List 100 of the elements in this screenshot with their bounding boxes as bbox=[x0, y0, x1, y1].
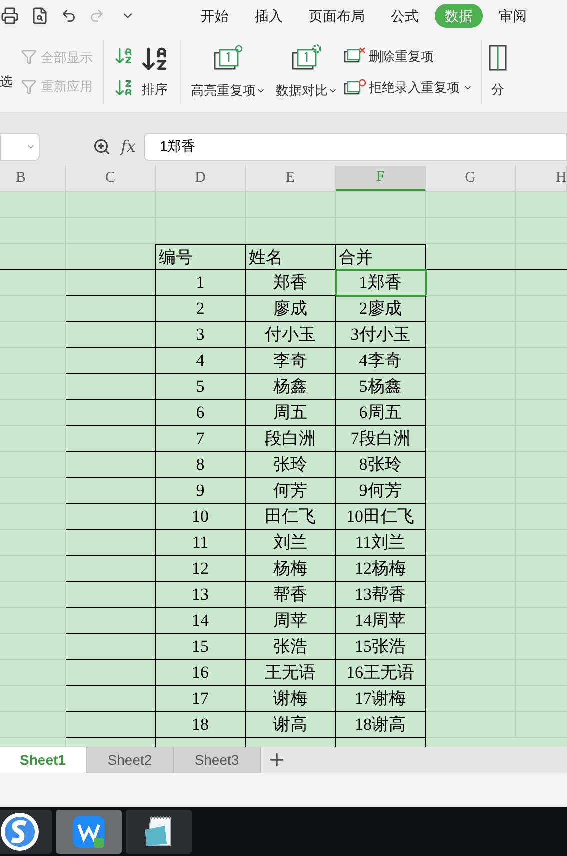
fx-label[interactable]: fx bbox=[121, 134, 136, 158]
grid-cell[interactable] bbox=[66, 712, 156, 738]
table-cell: 2 bbox=[156, 296, 246, 322]
table-cell: 5 bbox=[156, 374, 246, 400]
table-cell[interactable]: 1郑香 bbox=[336, 270, 426, 296]
table-cell[interactable]: 2廖成 bbox=[336, 296, 426, 322]
grid-cell[interactable] bbox=[66, 400, 156, 426]
sort-descending-icon[interactable] bbox=[114, 78, 134, 98]
table-cell[interactable]: 12杨梅 bbox=[336, 556, 426, 582]
ribbon-tab[interactable]: 插入 bbox=[245, 4, 293, 28]
grid-cell[interactable] bbox=[66, 556, 156, 582]
grid-cell[interactable] bbox=[66, 374, 156, 400]
table-cell: 张浩 bbox=[246, 634, 336, 660]
table-cell: 18 bbox=[156, 712, 246, 738]
table-cell[interactable]: 9何芳 bbox=[336, 478, 426, 504]
column-header[interactable]: D bbox=[156, 166, 246, 191]
table-cell: 周苹 bbox=[246, 608, 336, 634]
table-cell: 3 bbox=[156, 322, 246, 348]
header-cell: 姓名 bbox=[246, 244, 336, 269]
table-cell: 7 bbox=[156, 426, 246, 452]
table-cell: 王无语 bbox=[246, 660, 336, 686]
sheet-tab[interactable]: Sheet3 bbox=[174, 747, 261, 773]
print-preview-icon[interactable] bbox=[31, 7, 49, 25]
table-cell: 刘兰 bbox=[246, 530, 336, 556]
header-cell: 编号 bbox=[156, 244, 246, 269]
table-cell: 段白洲 bbox=[246, 426, 336, 452]
grid-cell[interactable] bbox=[66, 660, 156, 686]
print-icon[interactable] bbox=[1, 7, 19, 25]
split-button[interactable]: 分 bbox=[488, 44, 508, 100]
table-cell: 4 bbox=[156, 348, 246, 374]
grid-cell[interactable] bbox=[66, 426, 156, 452]
grid-cell[interactable] bbox=[66, 686, 156, 712]
ribbon-tab[interactable]: 审阅 bbox=[489, 4, 537, 28]
grid-cell[interactable] bbox=[66, 634, 156, 660]
grid-cell[interactable] bbox=[66, 530, 156, 556]
reject-duplicates-button[interactable]: 拒绝录入重复项 bbox=[344, 78, 473, 98]
table-cell: 10 bbox=[156, 504, 246, 530]
table-cell: 杨鑫 bbox=[246, 374, 336, 400]
data-compare-button[interactable]: 数据对比 bbox=[276, 43, 338, 101]
table-cell[interactable]: 10田仁飞 bbox=[336, 504, 426, 530]
filter-label[interactable]: 选 bbox=[0, 72, 13, 92]
table-cell: 1 bbox=[156, 270, 246, 296]
grid-cell[interactable] bbox=[66, 348, 156, 374]
table-cell[interactable]: 14周苹 bbox=[336, 608, 426, 634]
table-cell: 12 bbox=[156, 556, 246, 582]
reject-duplicates-icon bbox=[344, 78, 366, 97]
table-cell: 郑香 bbox=[246, 270, 336, 296]
table-cell[interactable]: 7段白洲 bbox=[336, 426, 426, 452]
table-cell: 9 bbox=[156, 478, 246, 504]
table-cell[interactable]: 17谢梅 bbox=[336, 686, 426, 712]
table-cell: 16 bbox=[156, 660, 246, 686]
table-cell[interactable]: 15张浩 bbox=[336, 634, 426, 660]
table-cell: 8 bbox=[156, 452, 246, 478]
grid-cell[interactable] bbox=[66, 582, 156, 608]
name-box[interactable] bbox=[0, 132, 40, 160]
table-cell: 14 bbox=[156, 608, 246, 634]
table-cell: 谢高 bbox=[246, 712, 336, 738]
column-header[interactable]: C bbox=[66, 166, 156, 191]
grid-cell[interactable] bbox=[66, 270, 156, 296]
column-header[interactable]: G bbox=[426, 166, 516, 191]
table-cell: 付小玉 bbox=[246, 322, 336, 348]
table-cell[interactable]: 16王无语 bbox=[336, 660, 426, 686]
table-cell[interactable]: 11刘兰 bbox=[336, 530, 426, 556]
grid-cell[interactable] bbox=[66, 452, 156, 478]
ribbon-tab[interactable]: 页面布局 bbox=[299, 4, 375, 28]
filter-icon bbox=[21, 49, 37, 66]
formula-field[interactable]: 1郑香 bbox=[144, 132, 567, 160]
table-cell: 6 bbox=[156, 400, 246, 426]
remove-duplicates-icon bbox=[344, 47, 366, 66]
table-cell[interactable]: 13帮香 bbox=[336, 582, 426, 608]
zoom-icon[interactable] bbox=[93, 138, 111, 156]
grid-cell[interactable] bbox=[66, 608, 156, 634]
column-header[interactable]: H bbox=[516, 166, 567, 191]
sheet-tab[interactable]: Sheet1 bbox=[0, 747, 87, 773]
header-cell: 合并 bbox=[336, 244, 426, 269]
table-cell[interactable]: 3付小玉 bbox=[336, 322, 426, 348]
sort-ascending-icon[interactable] bbox=[114, 46, 134, 66]
table-cell[interactable]: 5杨鑫 bbox=[336, 374, 426, 400]
remove-duplicates-button[interactable]: 删除重复项 bbox=[344, 46, 473, 66]
sort-button[interactable]: 排序 bbox=[140, 40, 181, 104]
table-cell[interactable]: 8张玲 bbox=[336, 452, 426, 478]
taskbar-button[interactable] bbox=[126, 810, 192, 854]
grid-cell[interactable] bbox=[66, 296, 156, 322]
table-cell: 廖成 bbox=[246, 296, 336, 322]
grid-cell[interactable] bbox=[66, 478, 156, 504]
grid-cell[interactable] bbox=[66, 504, 156, 530]
table-cell[interactable]: 6周五 bbox=[336, 400, 426, 426]
table-cell[interactable]: 18谢高 bbox=[336, 712, 426, 738]
table-cell[interactable]: 4李奇 bbox=[336, 348, 426, 374]
grid-cell[interactable] bbox=[66, 322, 156, 348]
browser-icon bbox=[0, 812, 40, 852]
ribbon-tab[interactable]: 开始 bbox=[191, 4, 239, 28]
taskbar-button[interactable] bbox=[0, 810, 52, 854]
table-cell: 周五 bbox=[246, 400, 336, 426]
undo-icon[interactable] bbox=[61, 8, 77, 24]
highlight-duplicates-button[interactable]: 高亮重复项 bbox=[191, 43, 266, 101]
column-header[interactable]: B bbox=[0, 166, 66, 191]
sheet-tab[interactable]: Sheet2 bbox=[87, 747, 174, 773]
ribbon-tab[interactable]: 公式 bbox=[381, 4, 429, 28]
redo-icon[interactable] bbox=[89, 8, 105, 24]
